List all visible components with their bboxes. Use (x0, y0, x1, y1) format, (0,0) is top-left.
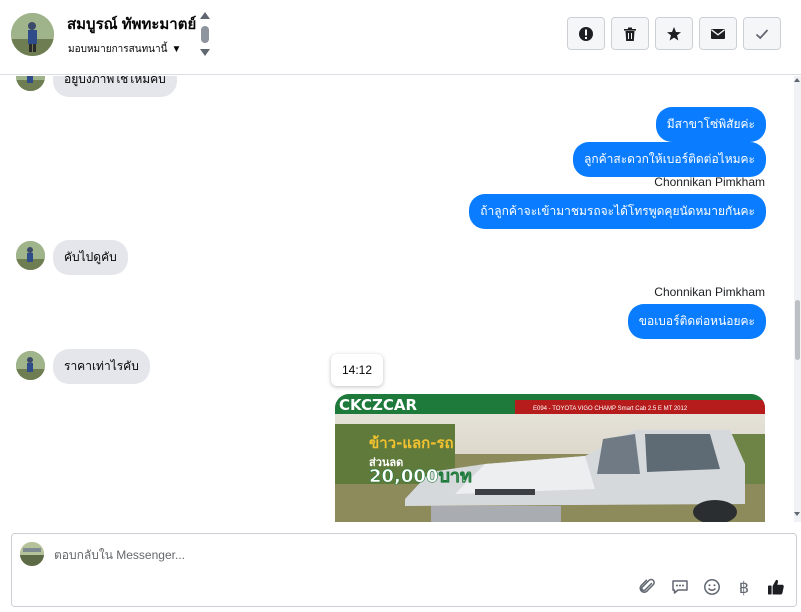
header-scroll-control[interactable] (199, 12, 211, 58)
sender-name: Chonnikan Pimkham (654, 285, 765, 299)
conversation-actions (567, 17, 781, 50)
sender-name: Chonnikan Pimkham (654, 175, 765, 189)
promo-text: ข้าว-แลก-รถ (369, 434, 454, 452)
mark-unread-button[interactable] (699, 17, 737, 50)
incoming-message: คับไปดูคับ (53, 240, 128, 275)
thread-scrollbar[interactable] (794, 76, 801, 522)
assign-label: มอบหมายการสนทนานี้ (68, 44, 168, 55)
banner-text: CKCZCAR (339, 396, 417, 414)
contact-avatar[interactable] (11, 13, 54, 56)
inbox-conversation-panel: สมบูรณ์ ทัพทะมาตย์ มอบหมายการสนทนานี้ ▼ (0, 0, 801, 612)
attach-button[interactable] (638, 577, 658, 597)
incoming-message: อยู่บ้งภาพใช้ไหมคับ (53, 76, 177, 97)
contact-name[interactable]: สมบูรณ์ ทัพทะมาตย์ (67, 12, 196, 36)
scroll-up-icon[interactable] (200, 12, 210, 19)
reply-composer: ฿ (11, 533, 797, 607)
thread-scroll-thumb[interactable] (795, 300, 800, 360)
check-icon (755, 28, 769, 39)
caret-down-icon: ▼ (171, 44, 182, 55)
scroll-thumb[interactable] (201, 26, 209, 43)
trash-icon (624, 27, 636, 41)
thumbs-up-icon (768, 579, 784, 595)
timestamp-tooltip: 14:12 (331, 354, 383, 386)
contact-avatar-small (16, 76, 45, 91)
speech-bubble-icon (672, 580, 688, 594)
outgoing-message: ถ้าลูกค้าจะเข้ามาชมรถจะได้โทรพูดคุยนัดหม… (469, 194, 766, 229)
outgoing-message: มีสาขาโซ่พิสัยค่ะ (655, 107, 766, 142)
mark-spam-button[interactable] (567, 17, 605, 50)
contact-avatar-small (16, 351, 45, 380)
baht-icon: ฿ (738, 577, 750, 597)
image-attachment[interactable]: CKCZCAR E094 - TOYOTA VIGO CHAMP Smart C… (335, 394, 765, 522)
payment-button[interactable]: ฿ (734, 577, 754, 597)
scroll-down-icon[interactable] (200, 49, 210, 56)
model-text: E094 - TOYOTA VIGO CHAMP Smart Cab 2.5 E… (533, 406, 688, 412)
star-button[interactable] (655, 17, 693, 50)
outgoing-message: ลูกค้าสะดวกให้เบอร์ติดต่อไหมคะ (572, 142, 766, 177)
like-button[interactable] (766, 577, 786, 597)
delete-button[interactable] (611, 17, 649, 50)
contact-avatar-small (16, 241, 45, 270)
composer-tools: ฿ (638, 577, 786, 597)
alert-icon (579, 26, 593, 41)
mark-done-button[interactable] (743, 17, 781, 50)
incoming-message: ราคาเท่าไรคับ (53, 349, 150, 384)
reply-input[interactable] (54, 544, 654, 566)
message-thread[interactable]: อยู่บ้งภาพใช้ไหมคับ มีสาขาโซ่พิสัยค่ะ ลู… (0, 76, 793, 522)
page-avatar (20, 542, 44, 566)
scroll-up-icon[interactable] (794, 78, 800, 82)
outgoing-message: ขอเบอร์ติดต่อหน่อยคะ (627, 304, 766, 339)
assign-conversation-dropdown[interactable]: มอบหมายการสนทนานี้ ▼ (68, 42, 181, 57)
smiley-icon (704, 579, 720, 595)
emoji-button[interactable] (702, 577, 722, 597)
envelope-icon (711, 28, 725, 39)
promo-amount: 20,000บาท (369, 466, 472, 487)
saved-replies-button[interactable] (670, 577, 690, 597)
conversation-header: สมบูรณ์ ทัพทะมาตย์ มอบหมายการสนทนานี้ ▼ (0, 0, 801, 75)
paperclip-icon (639, 578, 655, 593)
scroll-down-icon[interactable] (794, 512, 800, 516)
star-icon (667, 26, 681, 40)
